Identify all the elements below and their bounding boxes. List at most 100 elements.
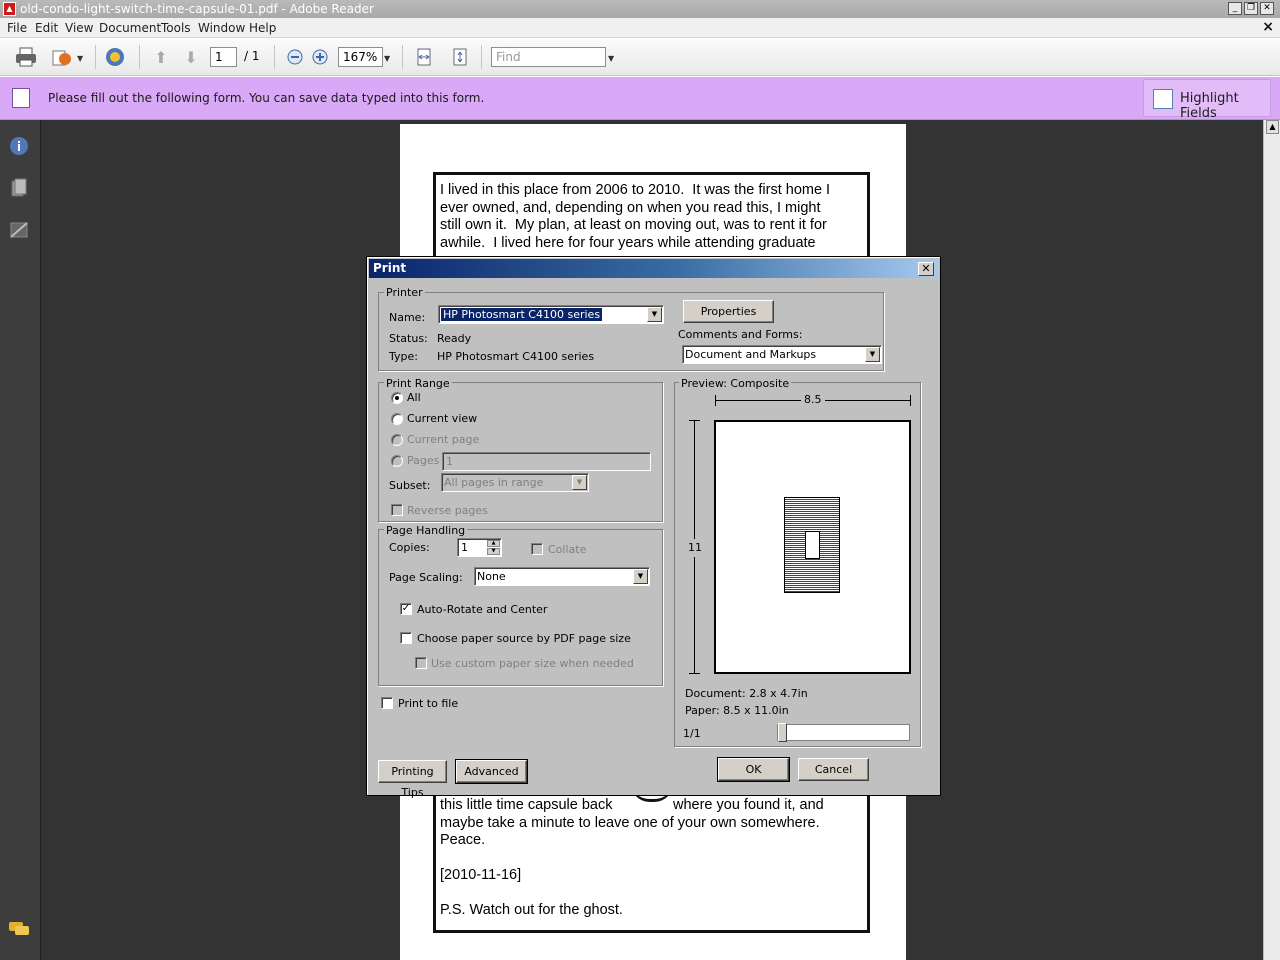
dialog-title-bar[interactable]: Print ✕	[369, 259, 938, 278]
paragraph-line: awhile. I lived here for four years whil…	[440, 234, 816, 251]
previous-page-icon[interactable]: ⬆	[150, 46, 172, 68]
navigation-panel	[0, 120, 41, 960]
stepper-down-icon[interactable]: ▼	[487, 548, 500, 555]
subset-label: Subset:	[389, 479, 431, 492]
custom-size-checkbox[interactable]	[415, 657, 427, 669]
range-current-page-label: Current page	[407, 433, 480, 446]
signatures-icon[interactable]	[8, 219, 30, 241]
window-title-bar[interactable]: ▲ old-condo-light-switch-time-capsule-01…	[0, 0, 1280, 18]
print-icon[interactable]	[15, 46, 37, 68]
range-pages-label: Pages	[407, 454, 440, 467]
menu-file[interactable]: File	[7, 20, 27, 36]
zoom-in-icon[interactable]	[309, 46, 331, 68]
preview-page-slider[interactable]	[777, 723, 910, 742]
restore-icon[interactable]: ❐	[1244, 2, 1258, 15]
toolbar-separator	[139, 45, 140, 69]
auto-rotate-checkbox[interactable]: ✓	[400, 603, 412, 615]
fit-width-icon[interactable]	[413, 46, 435, 68]
subset-select[interactable]: All pages in range ▼	[441, 473, 589, 492]
form-icon	[12, 88, 30, 108]
collate-checkbox[interactable]	[531, 543, 543, 555]
print-range-label: Print Range	[384, 377, 452, 390]
fit-page-icon[interactable]	[449, 46, 471, 68]
highlight-fields-button[interactable]: Highlight Fields	[1143, 79, 1271, 121]
info-icon[interactable]	[8, 135, 30, 157]
reverse-pages-checkbox[interactable]	[391, 504, 403, 516]
range-all-label: All	[407, 391, 421, 404]
custom-size-label: Use custom paper size when needed	[431, 657, 634, 670]
pages-input[interactable]: 1	[442, 452, 651, 471]
preview-width-value: 8.5	[801, 393, 825, 407]
paper-source-label: Choose paper source by PDF page size	[417, 632, 631, 645]
range-pages-radio[interactable]	[391, 455, 403, 467]
range-current-page-radio[interactable]	[391, 434, 403, 446]
menu-view[interactable]: View	[65, 20, 93, 36]
slider-thumb[interactable]	[778, 723, 787, 742]
comments-forms-select[interactable]: Document and Markups ▼	[682, 345, 882, 364]
vertical-scrollbar[interactable]: ▲	[1263, 120, 1280, 960]
zoom-dropdown-icon[interactable]: ▼	[384, 54, 390, 63]
zoom-input[interactable]: 167%	[338, 47, 383, 67]
zoom-out-icon[interactable]	[284, 46, 306, 68]
document-close-icon[interactable]: ×	[1262, 19, 1274, 35]
comments-icon[interactable]	[8, 918, 30, 940]
copies-value: 1	[461, 541, 468, 554]
minimize-icon[interactable]: _	[1228, 2, 1242, 15]
paragraph-line: maybe take a minute to leave one of your…	[440, 814, 820, 831]
toolbar-separator	[274, 45, 275, 69]
dialog-close-icon[interactable]: ✕	[918, 262, 934, 276]
menu-window[interactable]: Window	[198, 20, 245, 36]
close-icon[interactable]: ✕	[1260, 2, 1274, 15]
auto-rotate-label: Auto-Rotate and Center	[417, 603, 548, 616]
printer-name-select[interactable]: HP Photosmart C4100 series ▼	[438, 305, 664, 324]
share-dropdown-icon[interactable]: ▼	[77, 54, 83, 63]
width-tick-right	[910, 395, 911, 406]
share-icon[interactable]	[51, 46, 73, 68]
find-input[interactable]: Find	[491, 47, 606, 67]
postscript-line: P.S. Watch out for the ghost.	[440, 902, 623, 918]
range-current-view-radio[interactable]	[391, 413, 403, 425]
printing-tips-button[interactable]: Printing Tips	[378, 760, 447, 799]
next-page-icon[interactable]: ⬇	[180, 46, 202, 68]
menu-help[interactable]: Help	[249, 20, 276, 36]
paper-source-checkbox[interactable]	[400, 632, 412, 644]
properties-button[interactable]: Properties	[683, 300, 774, 323]
chevron-down-icon[interactable]: ▼	[572, 475, 587, 490]
scroll-up-icon[interactable]: ▲	[1266, 120, 1279, 134]
page-number-input[interactable]: 1	[210, 47, 237, 67]
date-line: [2010-11-16]	[440, 867, 522, 883]
advanced-button[interactable]: Advanced	[455, 759, 528, 784]
menu-bar: File Edit View Document Tools Window Hel…	[0, 18, 1280, 38]
range-current-view-label: Current view	[407, 412, 478, 425]
copies-stepper[interactable]: 1 ▲ ▼	[457, 538, 502, 557]
pages-icon[interactable]	[8, 177, 30, 199]
menu-document[interactable]: Document	[99, 20, 161, 36]
chevron-down-icon[interactable]: ▼	[647, 307, 662, 322]
chevron-down-icon[interactable]: ▼	[633, 569, 648, 584]
ok-button[interactable]: OK	[717, 757, 790, 782]
cancel-button[interactable]: Cancel	[798, 758, 869, 781]
preview-document-thumbnail	[784, 497, 840, 593]
page-scaling-value: None	[477, 570, 506, 583]
print-to-file-checkbox[interactable]	[381, 697, 393, 709]
pdf-icon: ▲	[3, 2, 16, 16]
print-dialog: Print ✕ Printer Name: HP Photosmart C410…	[366, 256, 941, 799]
toolbar-separator	[481, 45, 482, 69]
chevron-down-icon[interactable]: ▼	[865, 347, 880, 362]
printer-status-label: Status:	[389, 332, 428, 345]
paragraph-line: Peace.	[440, 832, 486, 848]
printer-status-value: Ready	[437, 332, 472, 345]
highlight-fields-icon	[1153, 89, 1173, 109]
paragraph-line: this little time capsule back	[440, 797, 613, 813]
page-scaling-select[interactable]: None ▼	[474, 567, 650, 586]
stepper-up-icon[interactable]: ▲	[487, 540, 500, 547]
menu-edit[interactable]: Edit	[35, 20, 58, 36]
menu-tools[interactable]: Tools	[161, 20, 191, 36]
page-handling-label: Page Handling	[384, 524, 468, 537]
paragraph-line: ever owned, and, depending on when you r…	[440, 199, 821, 216]
width-tick-left	[715, 395, 716, 406]
range-all-radio[interactable]	[391, 392, 403, 404]
form-notification-bar: Please fill out the following form. You …	[0, 77, 1280, 121]
collaborate-icon[interactable]	[104, 46, 126, 68]
find-dropdown-icon[interactable]: ▼	[608, 54, 614, 63]
